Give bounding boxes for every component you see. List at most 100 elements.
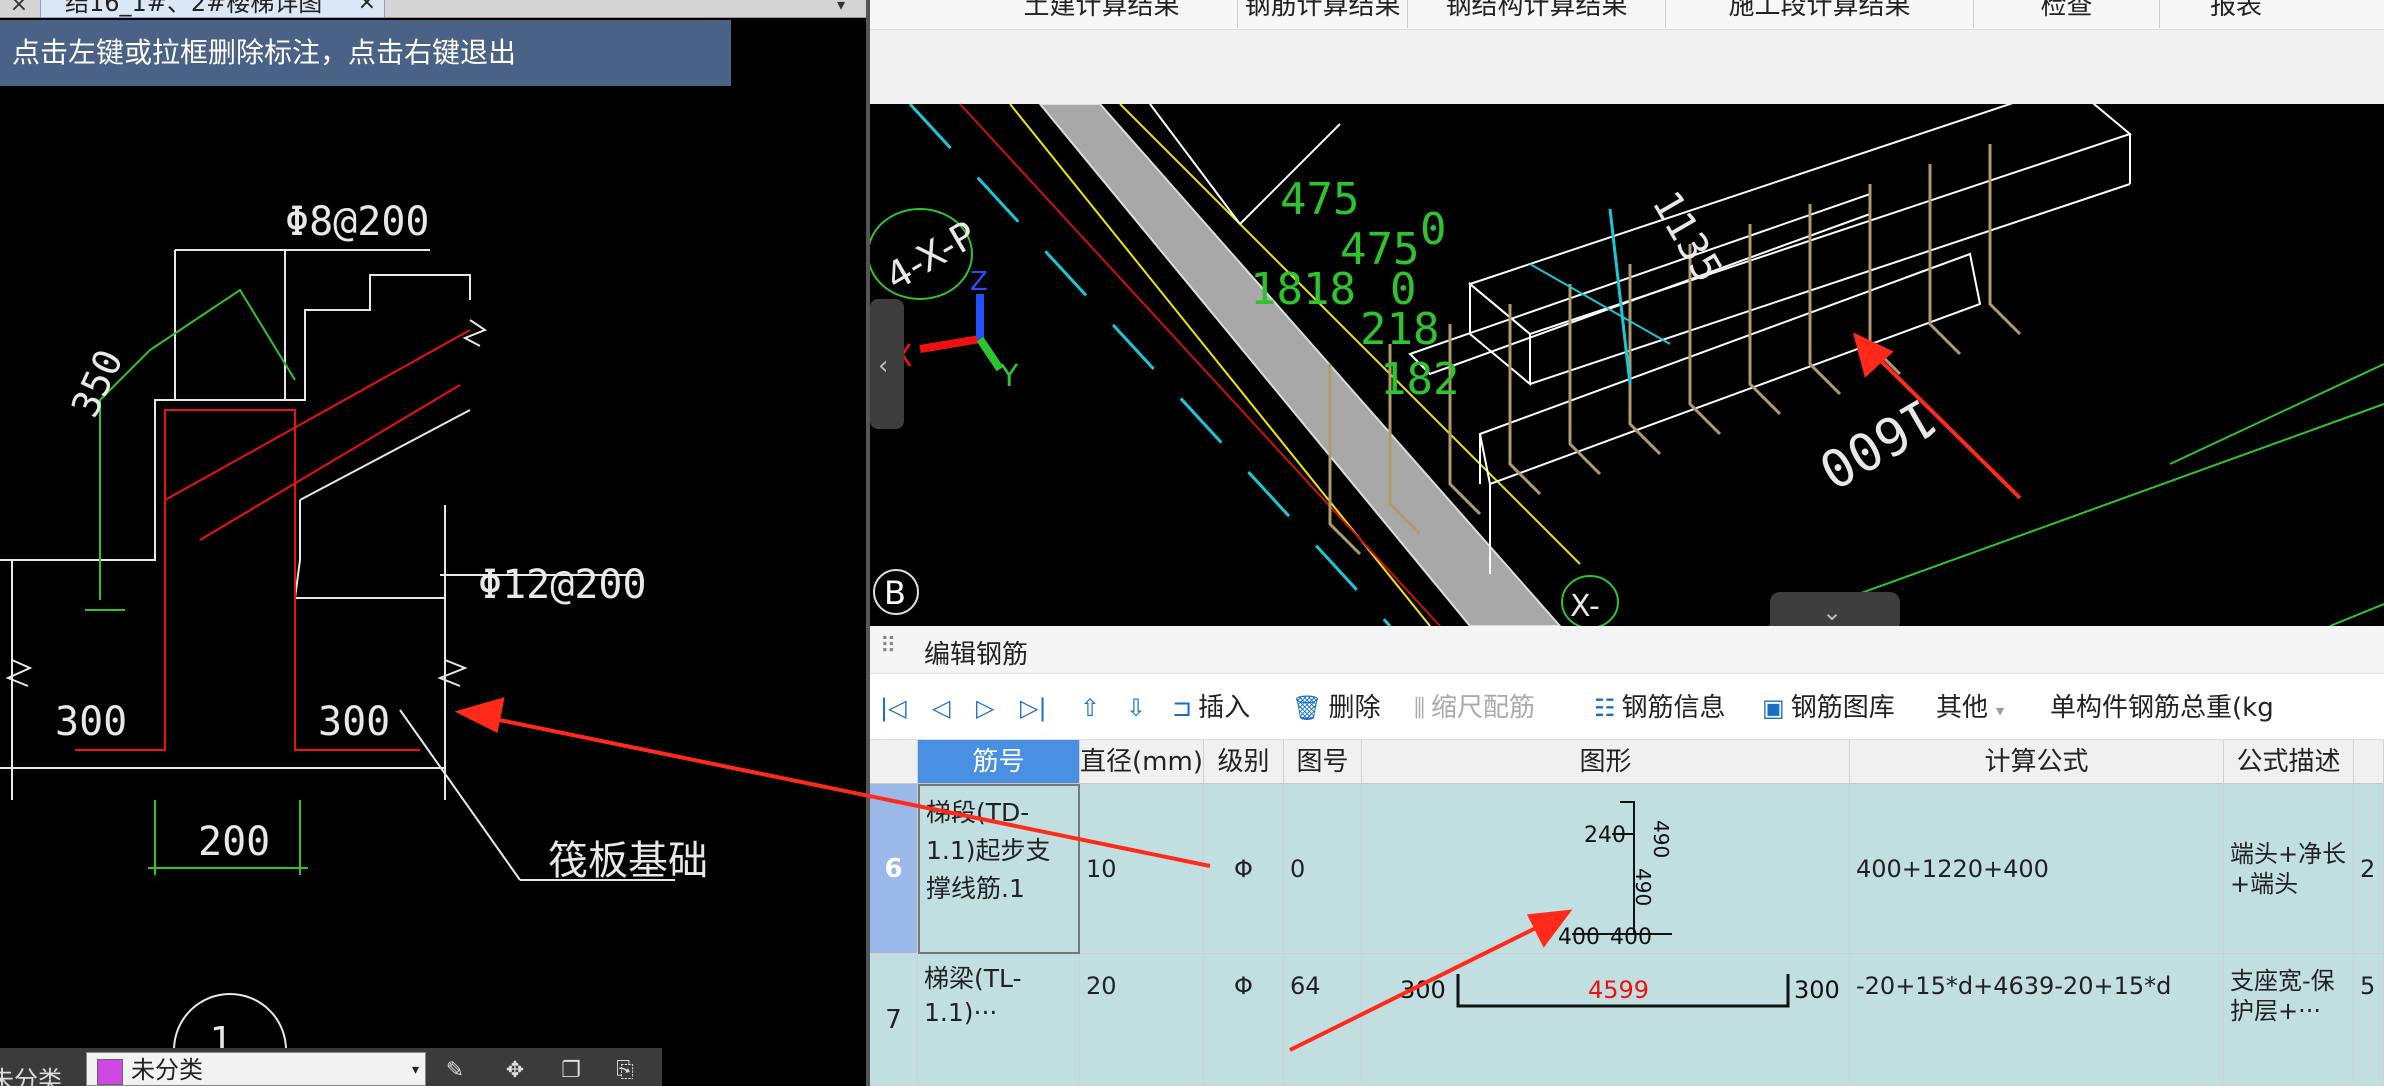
bar-name-cell[interactable]: 梯段(TD-1.1)起步支撑线筋.1 <box>918 784 1080 954</box>
header-bar-number[interactable]: 筋号 <box>918 740 1080 784</box>
header-diameter[interactable]: 直径(mm) <box>1080 740 1204 784</box>
shape-cell[interactable]: 300 4599 300 <box>1362 954 1850 1086</box>
shape-top-label: 490 <box>1649 820 1673 858</box>
shape-length-label: 4599 <box>1588 976 1649 1004</box>
tab-dropdown-icon[interactable]: ▾ <box>826 0 856 18</box>
row-number: 6 <box>870 784 918 954</box>
model-pane: 土建计算结果 钢筋计算结果 钢结构计算结果 施工段计算结果 检查 报表 475 … <box>870 0 2384 1086</box>
close-all-tabs-icon[interactable]: × <box>0 0 38 18</box>
shape-bottom-right-label: 400 <box>1610 925 1652 950</box>
panel-title: 编辑钢筋 <box>924 640 1029 670</box>
vp-label-1600: 1600 <box>1808 385 1946 500</box>
header-formula[interactable]: 计算公式 <box>1850 740 2224 784</box>
mid-rebar-label: Φ12@200 <box>478 562 647 608</box>
grade-cell[interactable]: Φ <box>1204 954 1284 1086</box>
collapse-down-icon[interactable]: ⌄ <box>1822 598 1842 626</box>
vp-label-1135: 1135 <box>1643 184 1731 290</box>
header-rownum <box>870 740 918 784</box>
category-select[interactable]: 未分类 ▾ <box>86 1052 426 1086</box>
menu-rebar-results[interactable]: 钢筋计算结果 <box>1238 0 1408 28</box>
extra-cell[interactable]: 2 <box>2354 784 2384 954</box>
header-figure-no[interactable]: 图号 <box>1284 740 1362 784</box>
menu-steel-results[interactable]: 钢结构计算结果 <box>1408 0 1666 28</box>
formula-cell[interactable]: 400+1220+400 <box>1850 784 2224 954</box>
formula-desc-cell[interactable]: 支座宽-保护层+··· <box>2224 954 2354 1086</box>
rebar-shape-diagram: 490 240 490 400 400 <box>1558 801 1673 950</box>
edit-rebar-panel: ⠿ 编辑钢筋 |◁ ◁ ▷ ▷| ⇧ ⇩ ⊐ 插入 🗑 删除 ⫼ 缩尺配筋 ☷ 钢筋信息… <box>870 626 2384 1086</box>
extra-cell[interactable]: 5 <box>2354 954 2384 1086</box>
axis-z-label: Z <box>970 267 988 297</box>
first-record-icon[interactable]: |◁ <box>880 690 913 726</box>
figure-no-cell[interactable]: 0 <box>1284 784 1362 954</box>
library-icon: ▣ <box>1762 694 1785 722</box>
insert-button[interactable]: ⊐ 插入 <box>1172 690 1250 726</box>
move-icon[interactable]: ✥ <box>500 1058 530 1084</box>
diameter-cell[interactable]: 10 <box>1080 784 1204 954</box>
insert-icon: ⊐ <box>1172 694 1193 722</box>
delete-button[interactable]: 🗑 删除 <box>1292 690 1380 726</box>
dim-300-left: 300 <box>55 699 127 745</box>
grade-cell[interactable]: Φ <box>1204 784 1284 954</box>
rebar-library-button[interactable]: ▣ 钢筋图库 <box>1762 690 1895 726</box>
drawing-tab-bar: × 结16_1#、2#楼梯详图 × ▾ <box>0 0 866 18</box>
header-formula-desc[interactable]: 公式描述 <box>2224 740 2354 784</box>
scale-config-button[interactable]: ⫼ 缩尺配筋 <box>1414 690 1535 726</box>
3d-rebar-model[interactable]: 475 475 0 1818 0 218 182 1600 1135 4-X-P… <box>870 104 2384 626</box>
formula-desc-cell[interactable]: 端头+净长+端头 <box>2224 784 2354 954</box>
dim-350-label: 350 <box>63 343 132 424</box>
vp-label-182: 182 <box>1380 354 1459 405</box>
dim-200-label: 200 <box>198 819 270 865</box>
bar-name-cell[interactable]: 梯梁(TL-1.1)··· <box>918 954 1080 1086</box>
collapse-left-icon[interactable]: ‹ <box>878 351 888 381</box>
3d-viewport[interactable]: 475 475 0 1818 0 218 182 1600 1135 4-X-P… <box>870 104 2384 626</box>
drag-grip-icon[interactable]: ⠿ <box>880 634 896 659</box>
move-down-icon[interactable]: ⇩ <box>1126 690 1152 726</box>
shape-lefttop-label: 240 <box>1584 823 1626 848</box>
stair-section-drawing[interactable]: Φ8@200 350 Φ12@200 300 300 200 筏板基础 1 <box>0 0 866 1086</box>
chevron-down-icon: ▾ <box>411 1062 419 1078</box>
axis-y-label: Y <box>999 359 1019 394</box>
panel-title-bar: ⠿ 编辑钢筋 <box>870 626 2384 674</box>
shape-mid-label: 490 <box>1631 868 1655 906</box>
command-hint-bar: 点击左键或拉框删除标注，点击右键退出 <box>0 20 731 86</box>
shape-right-label: 300 <box>1794 976 1840 1004</box>
menu-stage-results[interactable]: 施工段计算结果 <box>1666 0 1974 28</box>
cad-drawing-pane[interactable]: Φ8@200 350 Φ12@200 300 300 200 筏板基础 1 × … <box>0 0 866 1086</box>
table-row[interactable]: 7 梯梁(TL-1.1)··· 20 Φ 64 300 4599 300 -20… <box>870 954 2384 1086</box>
view-label: B <box>884 574 906 612</box>
menu-civil-results[interactable]: 土建计算结果 <box>966 0 1238 28</box>
shape-left-label: 300 <box>1400 976 1446 1004</box>
prev-record-icon[interactable]: ◁ <box>932 690 956 726</box>
table-row[interactable]: 6 梯段(TD-1.1)起步支撑线筋.1 10 Φ 0 490 240 490 … <box>870 784 2384 954</box>
vp-label-218: 218 <box>1360 304 1439 355</box>
row-number: 7 <box>870 954 918 1086</box>
tab-close-icon[interactable]: × <box>358 0 376 17</box>
tab-label: 结16_1#、2#楼梯详图 <box>65 0 323 17</box>
last-record-icon[interactable]: ▷| <box>1020 690 1053 726</box>
vp-label-475a: 475 <box>1280 174 1359 225</box>
copy-icon[interactable]: ❐ <box>556 1058 586 1084</box>
formula-cell[interactable]: -20+15*d+4639-20+15*d <box>1850 954 2224 1086</box>
trash-icon: 🗑 <box>1292 694 1323 722</box>
header-shape[interactable]: 图形 <box>1362 740 1850 784</box>
shape-cell[interactable]: 490 240 490 400 400 <box>1362 784 1850 954</box>
paste-icon[interactable]: ⎘ <box>610 1058 640 1084</box>
diameter-cell[interactable]: 20 <box>1080 954 1204 1086</box>
dim-300-right: 300 <box>318 699 390 745</box>
foundation-label: 筏板基础 <box>548 838 708 884</box>
chevron-down-icon: ▾ <box>1996 701 2005 720</box>
ribbon-area <box>870 30 2384 104</box>
edit-pen-icon[interactable]: ✎ <box>440 1058 470 1084</box>
total-weight-label: 单构件钢筋总重(kg <box>2050 693 2274 723</box>
rebar-info-button[interactable]: ☷ 钢筋信息 <box>1594 690 1726 726</box>
menu-check[interactable]: 检查 <box>1974 0 2160 28</box>
vp-circle-label: 4-X-P <box>878 213 984 299</box>
move-up-icon[interactable]: ⇧ <box>1080 690 1106 726</box>
tab-stair-detail[interactable]: 结16_1#、2#楼梯详图 × <box>40 0 385 18</box>
other-dropdown[interactable]: 其他 ▾ <box>1936 690 2004 726</box>
figure-no-cell[interactable]: 64 <box>1284 954 1362 1086</box>
header-grade[interactable]: 级别 <box>1204 740 1284 784</box>
next-record-icon[interactable]: ▷ <box>976 690 1000 726</box>
menu-report[interactable]: 报表 <box>2160 0 2384 28</box>
vp-label-1818: 1818 <box>1250 264 1356 315</box>
